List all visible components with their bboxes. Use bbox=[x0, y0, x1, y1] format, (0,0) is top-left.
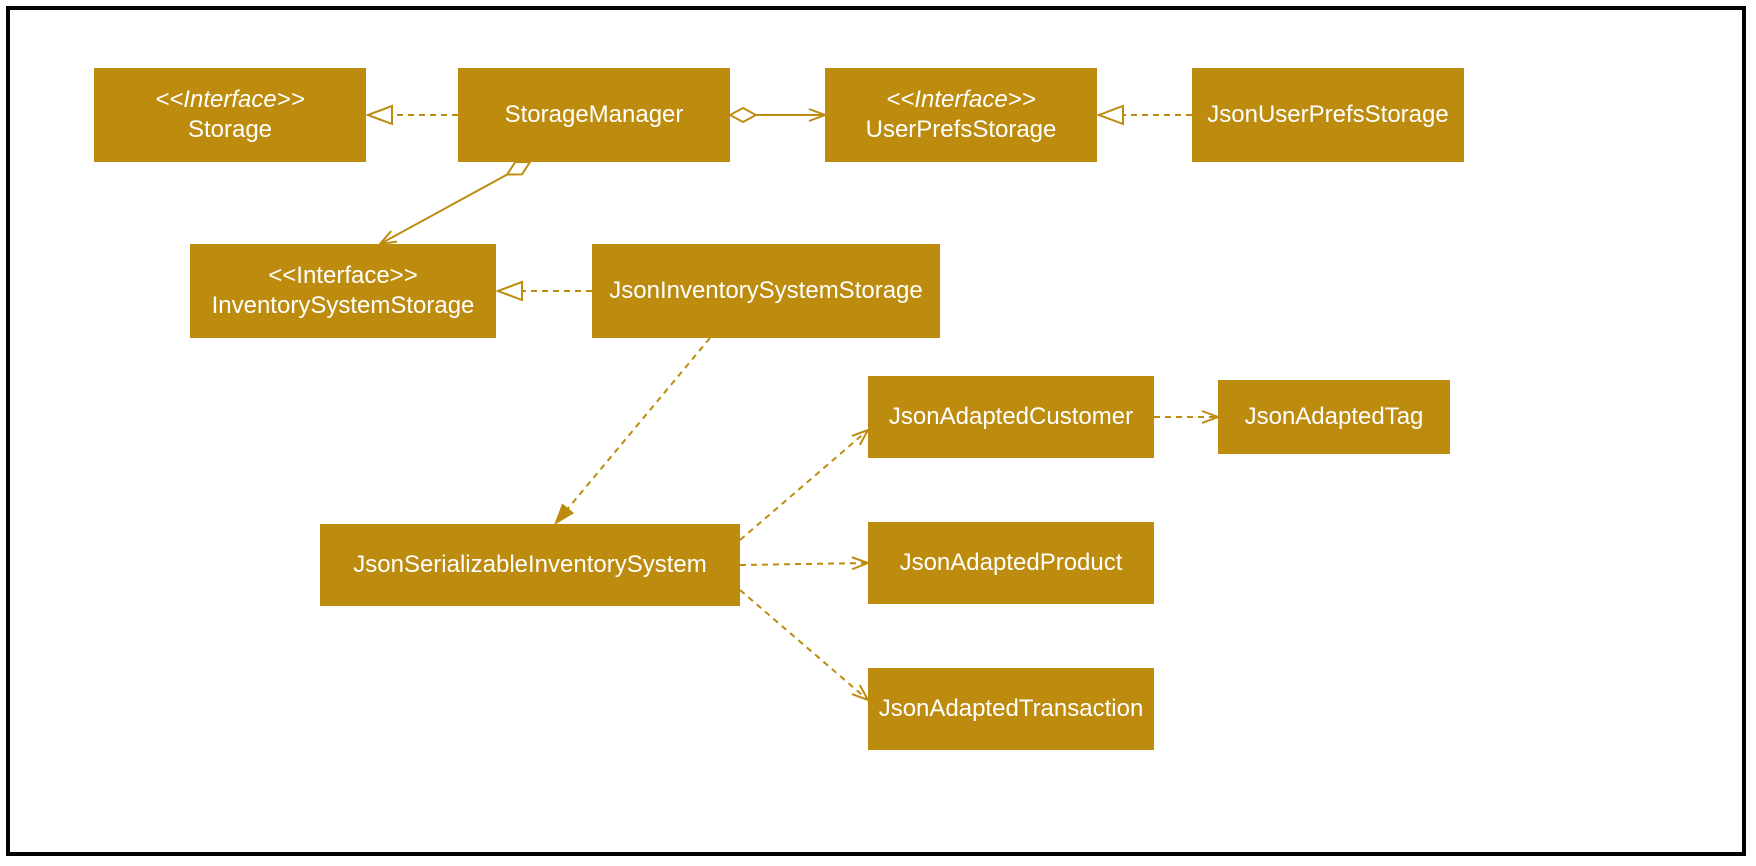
class-name: JsonAdaptedCustomer bbox=[889, 402, 1133, 432]
edge-storagemanager-aggregates-invsys bbox=[380, 162, 530, 244]
diagram-frame: <<Interface>> Storage StorageManager <<I… bbox=[6, 6, 1746, 856]
class-name: JsonAdaptedTag bbox=[1245, 402, 1424, 432]
node-json-user-prefs-storage: JsonUserPrefsStorage bbox=[1192, 68, 1464, 162]
node-json-adapted-transaction: JsonAdaptedTransaction bbox=[868, 668, 1154, 750]
node-json-inventory-system-storage: JsonInventorySystemStorage bbox=[592, 244, 940, 338]
class-name: JsonUserPrefsStorage bbox=[1207, 100, 1448, 130]
node-json-adapted-product: JsonAdaptedProduct bbox=[868, 522, 1154, 604]
node-json-serializable-inventory-system: JsonSerializableInventorySystem bbox=[320, 524, 740, 606]
class-name: JsonInventorySystemStorage bbox=[609, 276, 923, 306]
class-name: UserPrefsStorage bbox=[866, 115, 1057, 145]
edge-jsonserializable-depends-customer bbox=[740, 430, 868, 540]
class-name: InventorySystemStorage bbox=[212, 291, 475, 321]
stereotype-label: <<Interface>> bbox=[268, 261, 417, 291]
node-json-adapted-tag: JsonAdaptedTag bbox=[1218, 380, 1450, 454]
node-storage: <<Interface>> Storage bbox=[94, 68, 366, 162]
class-name: JsonSerializableInventorySystem bbox=[353, 550, 707, 580]
node-storage-manager: StorageManager bbox=[458, 68, 730, 162]
edge-jsoninvsys-depends-jsonserializable bbox=[555, 338, 710, 524]
node-inventory-system-storage: <<Interface>> InventorySystemStorage bbox=[190, 244, 496, 338]
stereotype-label: <<Interface>> bbox=[155, 85, 304, 115]
node-json-adapted-customer: JsonAdaptedCustomer bbox=[868, 376, 1154, 458]
node-user-prefs-storage: <<Interface>> UserPrefsStorage bbox=[825, 68, 1097, 162]
edge-jsonserializable-depends-transaction bbox=[740, 590, 868, 700]
class-name: JsonAdaptedProduct bbox=[900, 548, 1123, 578]
edge-jsonserializable-depends-product bbox=[740, 563, 868, 565]
class-name: StorageManager bbox=[505, 100, 684, 130]
stereotype-label: <<Interface>> bbox=[886, 85, 1035, 115]
class-name: Storage bbox=[188, 115, 272, 145]
class-name: JsonAdaptedTransaction bbox=[879, 694, 1144, 724]
